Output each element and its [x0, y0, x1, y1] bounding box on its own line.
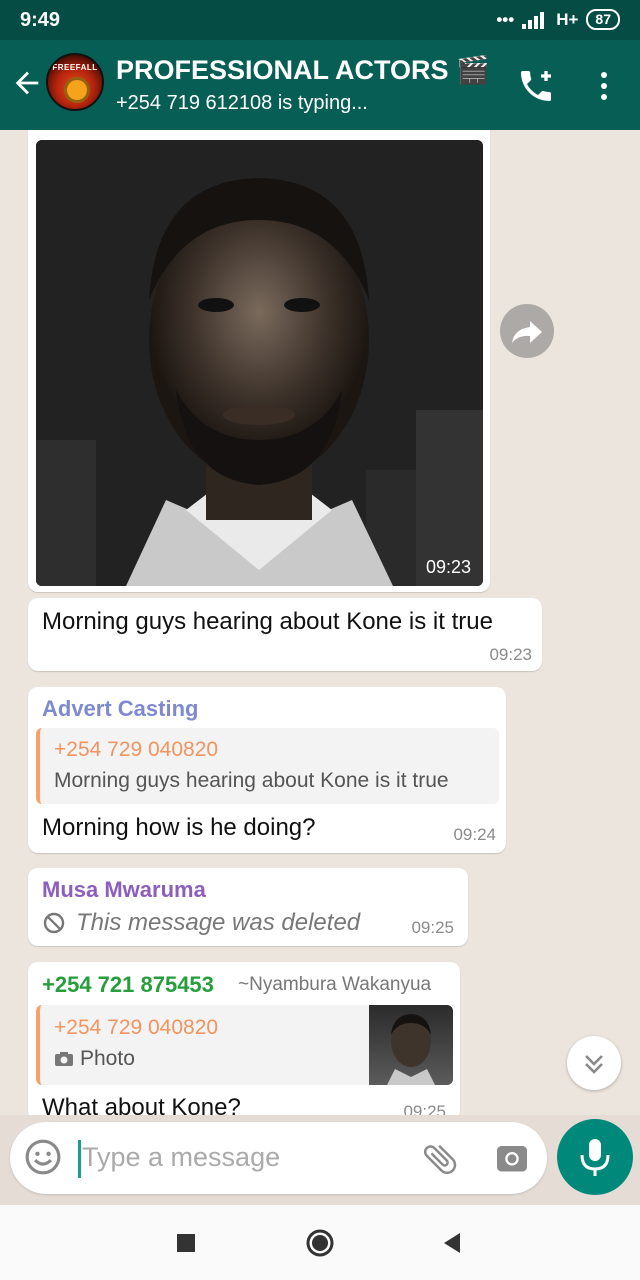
- text-cursor: [78, 1140, 81, 1178]
- sunset-graphic: [64, 77, 90, 103]
- quoted-thumbnail: [369, 1005, 453, 1085]
- recent-apps-icon[interactable]: [170, 1227, 202, 1259]
- group-title[interactable]: PROFESSIONAL ACTORS 🎬: [116, 54, 490, 86]
- sender-name[interactable]: Advert Casting: [42, 696, 198, 722]
- typing-status: +254 719 612108 is typing...: [116, 92, 368, 114]
- sender-alias: ~Nyambura Wakanyua: [238, 974, 432, 995]
- quoted-text: Morning guys hearing about Kone is it tr…: [54, 769, 449, 792]
- more-dots-icon: •••: [496, 9, 515, 29]
- avatar-logo-text: FREEFALL: [52, 63, 98, 72]
- scroll-down-button[interactable]: [567, 1036, 621, 1090]
- message-text: Morning how is he doing?: [42, 814, 316, 841]
- message-time: 09:25: [411, 918, 454, 937]
- message-text: What about Kone?: [42, 1094, 241, 1115]
- quoted-type: Photo: [80, 1047, 135, 1070]
- deleted-message[interactable]: Musa Mwaruma This message was deleted 09…: [28, 868, 468, 946]
- quoted-sender: +254 729 040820: [54, 738, 219, 761]
- quoted-photo-label: Photo: [54, 1047, 135, 1071]
- home-icon[interactable]: [304, 1227, 336, 1259]
- forward-button[interactable]: [500, 304, 554, 358]
- attach-icon[interactable]: [420, 1139, 460, 1179]
- message-time: 09:25: [403, 1102, 446, 1115]
- quoted-message[interactable]: +254 729 040820 Morning guys hearing abo…: [36, 728, 499, 804]
- forward-icon: [512, 321, 542, 343]
- status-time: 9:49: [20, 9, 61, 31]
- message-input[interactable]: [82, 1134, 402, 1180]
- network-type: H+: [556, 9, 579, 29]
- portrait-image: [36, 140, 483, 586]
- status-icons: ••• H+ 87: [496, 9, 620, 30]
- quoted-sender: +254 729 040820: [54, 1016, 219, 1039]
- message-text: Morning guys hearing about Kone is it tr…: [42, 608, 493, 635]
- more-options-icon[interactable]: [592, 66, 616, 106]
- message-bubble[interactable]: Morning guys hearing about Kone is it tr…: [28, 598, 542, 671]
- emoji-icon[interactable]: [24, 1138, 62, 1176]
- quoted-message[interactable]: +254 729 040820 Photo: [36, 1005, 453, 1085]
- status-bar: 9:49 ••• H+ 87: [0, 0, 640, 40]
- voice-message-button[interactable]: [557, 1119, 633, 1195]
- chat-messages[interactable]: 09:23 Morning guys hearing about Kone is…: [0, 130, 640, 1115]
- camera-icon[interactable]: [494, 1140, 530, 1176]
- system-navigation-bar: [0, 1205, 640, 1280]
- chat-header: FREEFALL PROFESSIONAL ACTORS 🎬 +254 719 …: [0, 40, 640, 130]
- battery-indicator: 87: [586, 9, 620, 30]
- photo-timestamp: 09:23: [425, 557, 471, 577]
- reply-message[interactable]: Advert Casting +254 729 040820 Morning g…: [28, 687, 506, 853]
- blocked-icon: [43, 912, 65, 934]
- photo-message[interactable]: 09:23: [28, 130, 490, 592]
- signal-icon: [522, 11, 545, 29]
- reply-message[interactable]: +254 721 875453 ~Nyambura Wakanyua +254 …: [28, 962, 460, 1115]
- back-arrow-icon[interactable]: [10, 66, 44, 100]
- sender-phone[interactable]: +254 721 875453: [42, 972, 214, 998]
- add-call-icon[interactable]: [516, 66, 556, 106]
- group-avatar[interactable]: FREEFALL: [46, 53, 104, 111]
- message-time: 09:24: [453, 825, 496, 844]
- deleted-text: This message was deleted: [76, 909, 361, 936]
- microphone-icon: [580, 1139, 610, 1176]
- back-icon[interactable]: [436, 1227, 468, 1259]
- portrait-photo[interactable]: 09:23: [36, 140, 483, 586]
- double-chevron-down-icon: [585, 1055, 603, 1074]
- deleted-notice: This message was deleted: [42, 909, 360, 937]
- sender-name[interactable]: Musa Mwaruma: [42, 877, 206, 903]
- message-compose-bar: [10, 1122, 547, 1194]
- camera-small-icon: [55, 1052, 73, 1066]
- message-time: 09:23: [489, 645, 532, 664]
